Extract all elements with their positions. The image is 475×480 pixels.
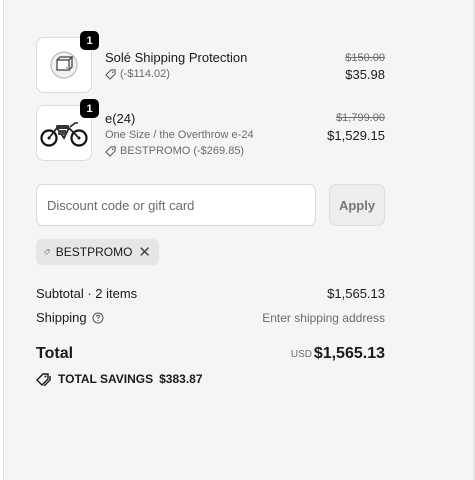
shipping-value: Enter shipping address xyxy=(262,311,385,325)
product-variant: One Size / the Overthrow e-24 xyxy=(105,129,254,141)
apply-button[interactable]: Apply xyxy=(329,184,385,226)
ebike-icon xyxy=(40,122,88,147)
product-discount: (-$114.02) xyxy=(105,68,170,80)
discount-amount: (-$114.02) xyxy=(120,68,170,80)
currency-code: USD xyxy=(290,349,312,360)
price: $35.98 xyxy=(345,67,385,82)
shipping-protection-icon xyxy=(50,51,78,79)
subtotal-label: Subtotal · 2 items xyxy=(36,286,138,301)
tag-icon xyxy=(44,249,50,255)
subtotal-value: $1,565.13 xyxy=(327,286,385,301)
product-name: e(24) xyxy=(105,111,136,126)
total-savings: TOTAL SAVINGS $383.87 xyxy=(36,372,203,386)
line-item-shipping-protection: 1 Solé Shipping Protection (-$114.02) $1… xyxy=(36,31,385,93)
shipping-row: Shipping xyxy=(36,310,104,325)
remove-code-icon[interactable]: ✕ xyxy=(138,245,151,260)
tag-icon xyxy=(105,145,116,157)
tags-icon xyxy=(36,372,51,386)
price: $1,529.15 xyxy=(327,128,385,143)
discount-amount: BESTPROMO (-$269.85) xyxy=(120,145,245,157)
savings-value: $383.87 xyxy=(159,372,203,386)
line-item-ebike: 1 e(24) One Size / the Overthrow e-24 BE… xyxy=(36,99,385,163)
original-price: $150.00 xyxy=(345,52,385,64)
shipping-label: Shipping xyxy=(36,310,87,325)
product-discount: BESTPROMO (-$269.85) xyxy=(105,145,244,157)
quantity-badge: 1 xyxy=(80,99,99,118)
total-value: $1,565.13 xyxy=(313,345,385,362)
product-name: Solé Shipping Protection xyxy=(105,50,248,65)
discount-code-input[interactable] xyxy=(36,184,316,226)
quantity-badge: 1 xyxy=(80,31,99,50)
help-icon[interactable] xyxy=(92,312,104,324)
applied-code-label: BESTPROMO xyxy=(55,245,133,259)
original-price: $1,799.00 xyxy=(336,112,385,124)
applied-discount-chip: BESTPROMO ✕ xyxy=(36,239,159,265)
tag-icon xyxy=(105,68,116,80)
savings-label: TOTAL SAVINGS xyxy=(58,372,154,386)
total-label: Total xyxy=(36,345,74,362)
left-panel-edge xyxy=(0,0,4,480)
